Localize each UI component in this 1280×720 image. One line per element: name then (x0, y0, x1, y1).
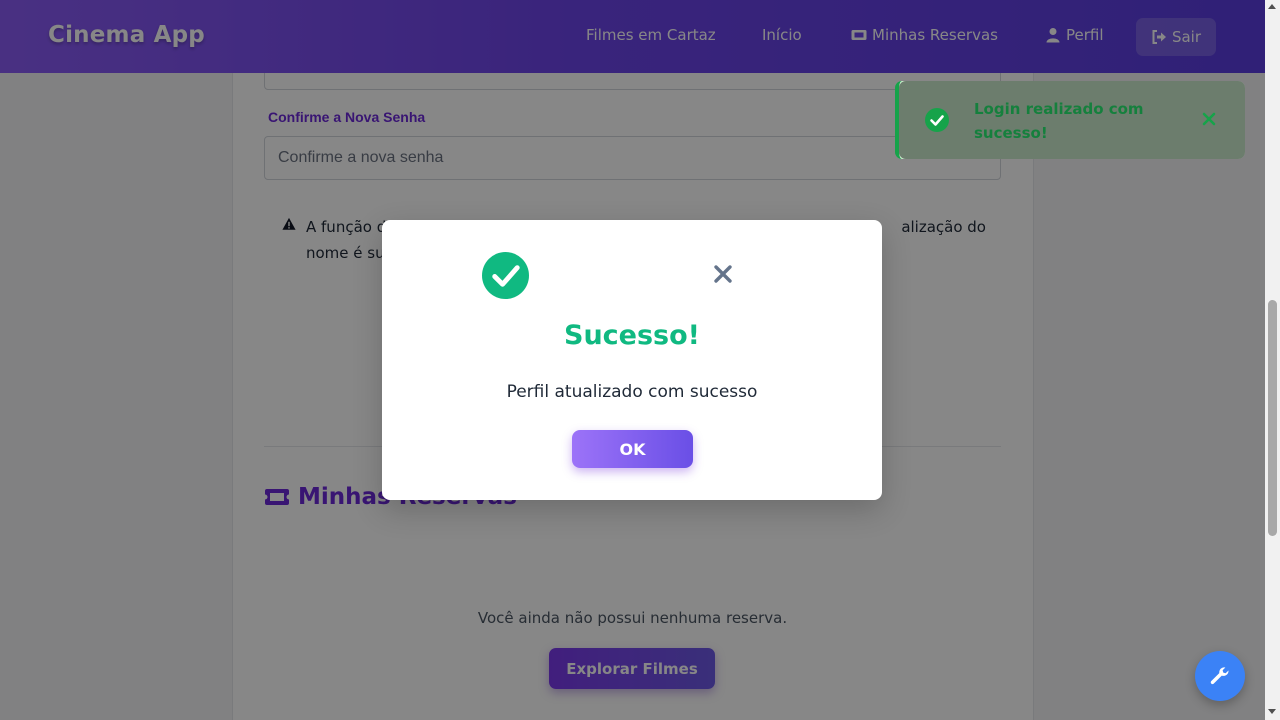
toast-notification: Login realizado com sucesso! (895, 81, 1245, 159)
scroll-thumb[interactable] (1268, 300, 1277, 536)
dialog-title: Sucesso! (564, 320, 700, 351)
dialog-message: Perfil atualizado com sucesso (506, 382, 758, 402)
wrench-icon (1210, 667, 1229, 685)
check-circle-icon (925, 108, 949, 132)
close-icon[interactable] (1202, 112, 1216, 126)
tools-fab-button[interactable] (1195, 651, 1245, 701)
scroll-down-arrow-icon[interactable] (1268, 709, 1276, 714)
close-icon[interactable] (712, 263, 734, 285)
scroll-up-arrow-icon[interactable] (1268, 4, 1276, 9)
page-scrollbar[interactable] (1265, 0, 1280, 720)
success-dialog: Sucesso! Perfil atualizado com sucesso O… (382, 220, 882, 500)
toast-message: Login realizado com sucesso! (974, 100, 1144, 142)
check-circle-icon (482, 252, 529, 299)
ok-button[interactable]: OK (572, 430, 693, 468)
